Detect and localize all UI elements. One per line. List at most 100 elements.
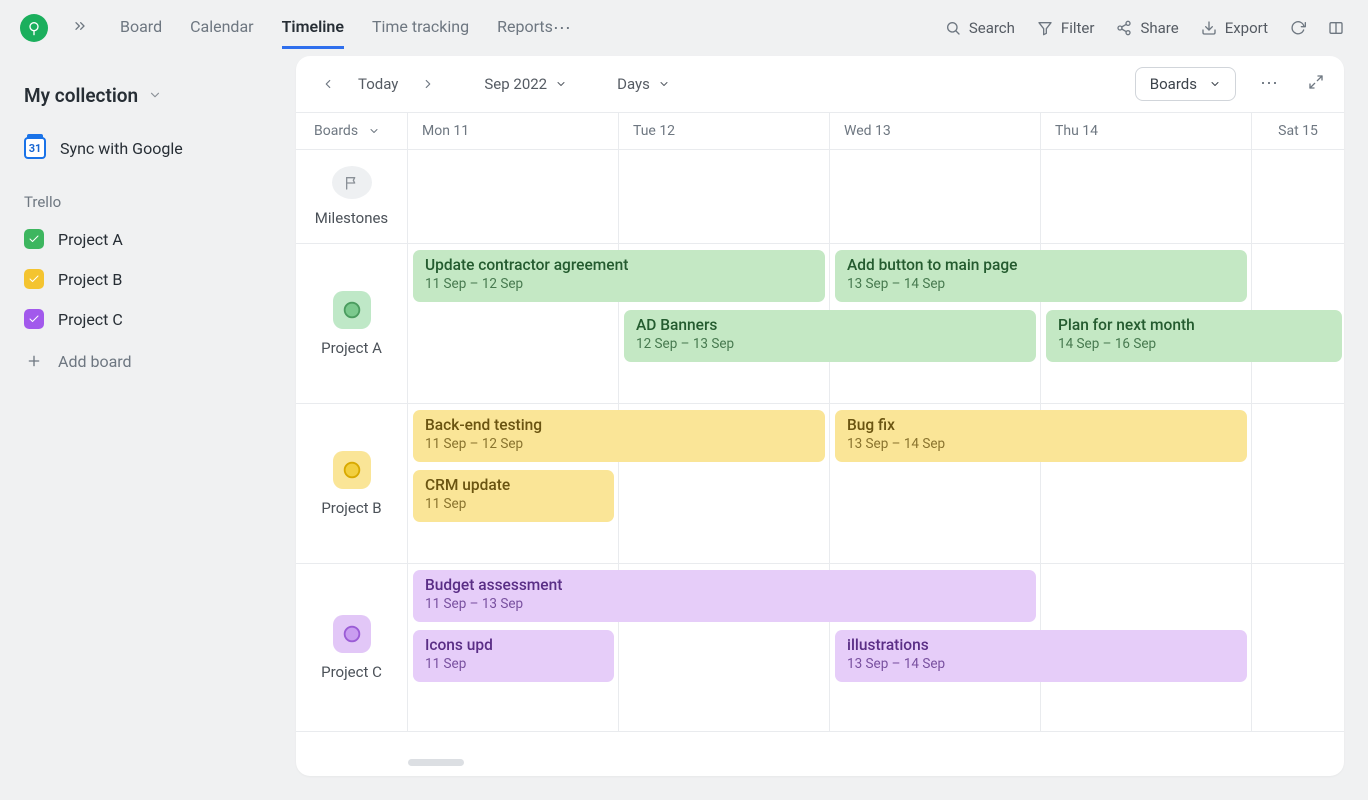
export-button[interactable]: Export — [1201, 19, 1268, 37]
bar-title: Back-end testing — [425, 416, 813, 434]
timeline-row-project-a: Project A Update contractor agreement 11 S… — [296, 244, 1344, 404]
checkbox-icon[interactable] — [24, 269, 44, 289]
timeline-bar[interactable]: Budget assessment 11 Sep – 13 Sep — [413, 570, 1036, 622]
bar-title: Budget assessment — [425, 576, 1024, 594]
horizontal-scrollbar[interactable] — [408, 759, 464, 766]
timeline-bar[interactable]: Plan for next month 14 Sep – 16 Sep — [1046, 310, 1342, 362]
timeline-bar[interactable]: Update contractor agreement 11 Sep – 12 S… — [413, 250, 825, 302]
project-icon — [333, 615, 371, 653]
collection-title: My collection — [24, 84, 138, 107]
plus-icon — [24, 351, 44, 371]
collection-title-row[interactable]: My collection — [24, 84, 272, 107]
nav-tab-timeline[interactable]: Timeline — [282, 17, 344, 49]
bar-dates: 13 Sep – 14 Sep — [847, 436, 1235, 452]
day-header: Mon 11 — [408, 113, 619, 149]
bar-title: Plan for next month — [1058, 316, 1330, 334]
day-header: Wed 13 — [830, 113, 1041, 149]
filter-label: Filter — [1061, 19, 1095, 37]
row-label[interactable]: Project B — [296, 404, 408, 563]
source-label: Trello — [24, 193, 272, 211]
fullscreen-icon[interactable] — [1308, 74, 1324, 94]
add-board-button[interactable]: Add board — [24, 351, 272, 371]
timeline-row-milestones: Milestones — [296, 150, 1344, 244]
sidebar-project-project-a[interactable]: Project A — [24, 229, 272, 249]
sync-google-label: Sync with Google — [60, 139, 183, 158]
checkbox-icon[interactable] — [24, 229, 44, 249]
day-header: Sat 15 — [1252, 113, 1344, 149]
nav-tab-time-tracking[interactable]: Time tracking — [372, 17, 469, 49]
bar-title: AD Banners — [636, 316, 1024, 334]
sync-google-button[interactable]: 31 Sync with Google — [24, 137, 272, 159]
bar-title: Icons upd — [425, 636, 602, 654]
add-board-label: Add board — [58, 352, 132, 371]
timeline-row-project-b: Project B Back-end testing 11 Sep – 12 Sep… — [296, 404, 1344, 564]
project-icon — [333, 451, 371, 489]
day-header: Thu 14 — [1041, 113, 1252, 149]
prev-period-button[interactable] — [316, 77, 340, 91]
bar-title: Add button to main page — [847, 256, 1235, 274]
nav-tab-board[interactable]: Board — [120, 17, 162, 49]
share-icon — [1116, 20, 1132, 36]
chevron-down-icon — [658, 78, 670, 90]
nav-tab-reports[interactable]: Reports — [497, 17, 553, 49]
chevron-down-icon — [368, 125, 380, 137]
timeline-bar[interactable]: Back-end testing 11 Sep – 12 Sep — [413, 410, 825, 462]
project-icon — [333, 291, 371, 329]
next-period-button[interactable] — [416, 77, 440, 91]
app-logo[interactable] — [20, 14, 48, 42]
granularity-picker[interactable]: Days — [617, 75, 670, 93]
grouping-picker[interactable]: Boards — [1135, 67, 1236, 101]
export-label: Export — [1225, 19, 1268, 37]
timeline-bar[interactable]: CRM update 11 Sep — [413, 470, 614, 522]
bar-dates: 11 Sep — [425, 496, 602, 512]
share-button[interactable]: Share — [1116, 19, 1178, 37]
bar-dates: 14 Sep – 16 Sep — [1058, 336, 1330, 352]
nav-tab-calendar[interactable]: Calendar — [190, 17, 253, 49]
sidebar-project-project-c[interactable]: Project C — [24, 309, 272, 329]
timeline-row-project-c: Project C Budget assessment 11 Sep – 13 Se… — [296, 564, 1344, 732]
timeline-bar[interactable]: AD Banners 12 Sep – 13 Sep — [624, 310, 1036, 362]
today-button[interactable]: Today — [358, 75, 398, 93]
refresh-icon[interactable] — [1290, 20, 1306, 36]
bar-title: CRM update — [425, 476, 602, 494]
project-label: Project C — [58, 310, 123, 329]
more-tabs-icon[interactable]: ⋯ — [553, 18, 573, 39]
bar-title: Update contractor agreement — [425, 256, 813, 274]
day-header: Tue 12 — [619, 113, 830, 149]
search-label: Search — [969, 19, 1015, 37]
chevron-down-icon — [555, 78, 567, 90]
bar-dates: 11 Sep – 13 Sep — [425, 596, 1024, 612]
month-picker[interactable]: Sep 2022 — [484, 75, 567, 93]
filter-icon — [1037, 20, 1053, 36]
export-icon — [1201, 20, 1217, 36]
row-label[interactable]: Project C — [296, 564, 408, 731]
bar-dates: 11 Sep — [425, 656, 602, 672]
google-calendar-icon: 31 — [24, 137, 46, 159]
bar-dates: 11 Sep – 12 Sep — [425, 436, 813, 452]
bar-dates: 13 Sep – 14 Sep — [847, 276, 1235, 292]
bar-dates: 12 Sep – 13 Sep — [636, 336, 1024, 352]
sidebar-project-project-b[interactable]: Project B — [24, 269, 272, 289]
project-label: Project A — [58, 230, 123, 249]
bar-title: illustrations — [847, 636, 1235, 654]
row-label[interactable]: Milestones — [296, 150, 408, 243]
row-label[interactable]: Project A — [296, 244, 408, 403]
timeline-bar[interactable]: Add button to main page 13 Sep – 14 Sep — [835, 250, 1247, 302]
search-button[interactable]: Search — [945, 19, 1015, 37]
boards-column-header[interactable]: Boards — [296, 113, 408, 149]
project-label: Project B — [58, 270, 122, 289]
share-label: Share — [1140, 19, 1178, 37]
panel-toggle-icon[interactable] — [1328, 20, 1344, 36]
collapse-sidebar-icon[interactable] — [72, 18, 88, 38]
filter-button[interactable]: Filter — [1037, 19, 1095, 37]
project-icon — [332, 166, 372, 199]
chevron-down-icon — [148, 84, 162, 107]
search-icon — [945, 20, 961, 36]
card-more-icon[interactable]: ⋯ — [1260, 73, 1280, 94]
checkbox-icon[interactable] — [24, 309, 44, 329]
bar-title: Bug fix — [847, 416, 1235, 434]
bar-dates: 11 Sep – 12 Sep — [425, 276, 813, 292]
timeline-bar[interactable]: Bug fix 13 Sep – 14 Sep — [835, 410, 1247, 462]
timeline-bar[interactable]: Icons upd 11 Sep — [413, 630, 614, 682]
timeline-bar[interactable]: illustrations13 Sep – 14 Sep — [835, 630, 1247, 682]
